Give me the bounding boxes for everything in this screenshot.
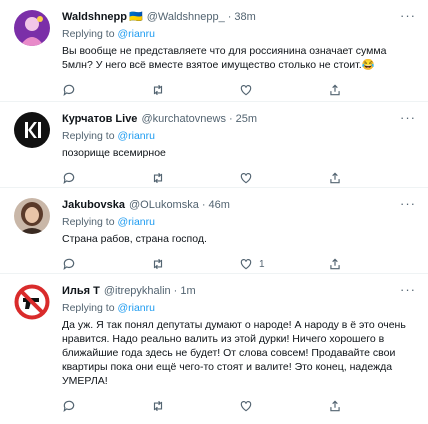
- timestamp[interactable]: 25m: [236, 112, 257, 126]
- tweet-text: позорище всемирное: [62, 147, 166, 159]
- display-name[interactable]: Курчатов Live: [62, 112, 137, 126]
- action-bar: [62, 392, 416, 420]
- retweet-button[interactable]: [151, 171, 240, 185]
- replying-to: Replying to @rianru: [62, 130, 416, 143]
- tweet[interactable]: Илья Т @itrepykhalin · 1m ··· Replying t…: [0, 274, 428, 424]
- share-button[interactable]: [328, 399, 417, 413]
- separator-dot: ·: [227, 11, 232, 23]
- user-handle[interactable]: @Waldshnepp_: [147, 10, 225, 24]
- replying-to: Replying to @rianru: [62, 28, 416, 41]
- reply-button[interactable]: [62, 257, 151, 271]
- user-avatar[interactable]: [14, 10, 50, 46]
- display-name[interactable]: Waldshnepp: [62, 10, 127, 24]
- retweet-button[interactable]: [151, 257, 240, 271]
- purple-figure-avatar-icon: [14, 10, 50, 46]
- separator-dot: ·: [201, 199, 206, 211]
- retweet-icon: [153, 258, 162, 270]
- retweet-icon: [153, 84, 162, 96]
- replying-label: Replying to: [62, 28, 115, 40]
- replying-to: Replying to @rianru: [62, 302, 416, 315]
- reply-icon: [63, 84, 75, 97]
- like-button[interactable]: 1: [239, 257, 328, 271]
- heart-icon: [240, 259, 252, 270]
- replying-label: Replying to: [62, 216, 115, 228]
- replying-to: Replying to @rianru: [62, 216, 416, 229]
- user-avatar[interactable]: [14, 198, 50, 234]
- ki-logo-avatar-icon: [14, 112, 50, 148]
- action-bar: [62, 76, 416, 104]
- like-button[interactable]: [239, 171, 328, 185]
- reply-button[interactable]: [62, 83, 151, 97]
- share-icon: [329, 84, 340, 96]
- tweet[interactable]: Курчатов Live @kurchatovnews · 25m ··· R…: [0, 102, 428, 188]
- tweet[interactable]: Jakubovska @OLukomska · 46m ··· Replying…: [0, 188, 428, 274]
- tweet-text: Да уж. Я так понял депутаты думают о нар…: [62, 319, 406, 387]
- reply-button[interactable]: [62, 399, 151, 413]
- retweet-button[interactable]: [151, 399, 240, 413]
- replying-handle-link[interactable]: @rianru: [117, 302, 155, 314]
- replying-handle-link[interactable]: @rianru: [117, 28, 155, 40]
- timestamp[interactable]: 1m: [180, 284, 195, 298]
- user-handle[interactable]: @itrepykhalin: [104, 284, 171, 298]
- share-button[interactable]: [328, 83, 417, 97]
- like-count: 1: [259, 258, 265, 270]
- display-name[interactable]: Илья Т: [62, 284, 100, 298]
- replying-handle-link[interactable]: @rianru: [117, 130, 155, 142]
- more-options-icon[interactable]: ···: [400, 8, 416, 23]
- user-handle[interactable]: @OLukomska: [129, 198, 199, 212]
- share-button[interactable]: [328, 171, 417, 185]
- share-icon: [329, 400, 340, 412]
- share-icon: [329, 258, 340, 270]
- reply-icon: [63, 172, 75, 185]
- more-options-icon[interactable]: ···: [400, 196, 416, 211]
- retweet-button[interactable]: [151, 83, 240, 97]
- separator-dot: ·: [228, 113, 233, 125]
- flag-badge: 🇺🇦: [128, 11, 143, 23]
- timestamp[interactable]: 38m: [234, 10, 255, 24]
- tweet[interactable]: Waldshnepp 🇺🇦 @Waldshnepp_ · 38m ··· Rep…: [0, 0, 428, 102]
- heart-icon: [240, 173, 252, 184]
- share-icon: [329, 172, 340, 184]
- share-button[interactable]: [328, 257, 417, 271]
- heart-icon: [240, 401, 252, 412]
- like-button[interactable]: [239, 399, 328, 413]
- replying-label: Replying to: [62, 302, 115, 314]
- display-name[interactable]: Jakubovska: [62, 198, 125, 212]
- reply-icon: [63, 400, 75, 413]
- no-pistol-sign-avatar-icon: [14, 284, 50, 320]
- reply-icon: [63, 258, 75, 271]
- reply-button[interactable]: [62, 171, 151, 185]
- user-handle[interactable]: @kurchatovnews: [141, 112, 226, 126]
- heart-icon: [240, 85, 252, 96]
- separator-dot: ·: [173, 285, 178, 297]
- more-options-icon[interactable]: ···: [400, 282, 416, 297]
- tweet-text: Вы вообще не представляете что для росси…: [62, 45, 387, 71]
- replying-handle-link[interactable]: @rianru: [117, 216, 155, 228]
- replying-label: Replying to: [62, 130, 115, 142]
- user-avatar[interactable]: [14, 284, 50, 320]
- tweet-text: Страна рабов, страна господ.: [62, 233, 207, 245]
- more-options-icon[interactable]: ···: [400, 110, 416, 125]
- timestamp[interactable]: 46m: [209, 198, 230, 212]
- retweet-icon: [153, 400, 162, 412]
- user-avatar[interactable]: [14, 112, 50, 148]
- retweet-icon: [153, 172, 162, 184]
- woman-photo-avatar-icon: [14, 198, 50, 234]
- like-button[interactable]: [239, 83, 328, 97]
